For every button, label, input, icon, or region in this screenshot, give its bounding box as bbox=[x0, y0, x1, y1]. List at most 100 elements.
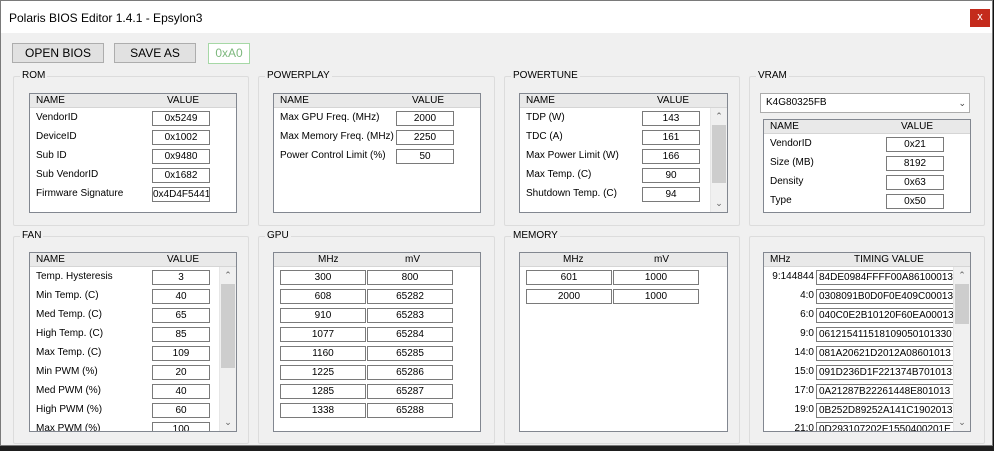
row-label: Density bbox=[770, 176, 804, 187]
mhz-field[interactable]: 2000 bbox=[526, 289, 612, 304]
value-field[interactable]: 20 bbox=[152, 365, 210, 380]
vram-group-title: VRAM bbox=[756, 70, 789, 82]
scroll-thumb[interactable] bbox=[955, 284, 969, 324]
value-field[interactable]: 0x21 bbox=[886, 137, 944, 152]
vram-model-select[interactable]: K4G80325FB ⌄ bbox=[760, 93, 970, 113]
timing-value-field[interactable]: 040C0E2B10120F60EA000133 bbox=[816, 308, 954, 323]
value-field[interactable]: 0x63 bbox=[886, 175, 944, 190]
mv-field[interactable]: 65284 bbox=[367, 327, 453, 342]
table-row: 608 65282 bbox=[274, 287, 480, 306]
scroll-thumb[interactable] bbox=[712, 125, 726, 183]
table-row: 1077 65284 bbox=[274, 325, 480, 344]
mv-field[interactable]: 1000 bbox=[613, 270, 699, 285]
table-row: 14:0 081A20621D2012A08601013 bbox=[764, 344, 970, 363]
vram-model-selected: K4G80325FB bbox=[766, 97, 827, 108]
timing-value-field[interactable]: 0A21287B22261448E801013 bbox=[816, 384, 954, 399]
save-as-button[interactable]: SAVE AS bbox=[114, 43, 196, 63]
value-field[interactable]: 8192 bbox=[886, 156, 944, 171]
value-field[interactable]: 0x5249 bbox=[152, 111, 210, 126]
value-field[interactable]: 0x4D4F5441 bbox=[152, 187, 210, 202]
value-field[interactable]: 166 bbox=[642, 149, 700, 164]
open-bios-button[interactable]: OPEN BIOS bbox=[12, 43, 104, 63]
timing-value-field[interactable]: 081A20621D2012A08601013 bbox=[816, 346, 954, 361]
value-field[interactable]: 100 bbox=[152, 422, 210, 431]
timing-value-field[interactable]: 091D236D1F221374B701013 bbox=[816, 365, 954, 380]
timing-value-field[interactable]: 061215411518109050101330 bbox=[816, 327, 954, 342]
mv-field[interactable]: 800 bbox=[367, 270, 453, 285]
mhz-field[interactable]: 1225 bbox=[280, 365, 366, 380]
mhz-field[interactable]: 608 bbox=[280, 289, 366, 304]
table-row: High Temp. (C) 85 bbox=[30, 325, 236, 344]
scroll-up-icon[interactable]: ⌃ bbox=[220, 267, 236, 283]
mhz-field[interactable]: 910 bbox=[280, 308, 366, 323]
mv-field[interactable]: 65288 bbox=[367, 403, 453, 418]
close-button[interactable]: x bbox=[970, 9, 990, 27]
scroll-up-icon[interactable]: ⌃ bbox=[954, 267, 970, 283]
value-column-header: VALUE bbox=[901, 121, 934, 132]
mhz-field[interactable]: 601 bbox=[526, 270, 612, 285]
fan-grid-header: NAME VALUE bbox=[30, 253, 236, 267]
taskbar-strip bbox=[0, 446, 994, 451]
value-field[interactable]: 3 bbox=[152, 270, 210, 285]
name-column-header: NAME bbox=[526, 95, 555, 106]
mhz-field[interactable]: 1285 bbox=[280, 384, 366, 399]
value-field[interactable]: 2000 bbox=[396, 111, 454, 126]
powertune-group: POWERTUNE NAME VALUE TDP (W) 143 TDC (A) 16… bbox=[504, 70, 740, 226]
scroll-up-icon[interactable]: ⌃ bbox=[711, 108, 727, 124]
value-field[interactable]: 85 bbox=[152, 327, 210, 342]
timing-mhz-label: 6:0 bbox=[800, 309, 814, 320]
value-field[interactable]: 109 bbox=[152, 346, 210, 361]
mhz-field[interactable]: 1077 bbox=[280, 327, 366, 342]
timing-value-field[interactable]: 0D293107202E1550400201E bbox=[816, 422, 954, 431]
title-bar[interactable]: Polaris BIOS Editor 1.4.1 - Epsylon3 x bbox=[1, 1, 992, 33]
value-field[interactable]: 0x9480 bbox=[152, 149, 210, 164]
mv-field[interactable]: 65283 bbox=[367, 308, 453, 323]
value-column-header: VALUE bbox=[657, 95, 690, 106]
row-label: Max Memory Freq. (MHz) bbox=[280, 131, 394, 142]
value-field[interactable]: 94 bbox=[642, 187, 700, 202]
fan-group-title: FAN bbox=[20, 230, 44, 242]
mhz-field[interactable]: 300 bbox=[280, 270, 366, 285]
gpu-group-title: GPU bbox=[265, 230, 291, 242]
timing-value-field[interactable]: 84DE0984FFFF00A861000133 bbox=[816, 270, 954, 285]
scroll-down-icon[interactable]: ⌄ bbox=[711, 195, 727, 211]
value-field[interactable]: 0x1682 bbox=[152, 168, 210, 183]
value-field[interactable]: 0x50 bbox=[886, 194, 944, 209]
value-field[interactable]: 2250 bbox=[396, 130, 454, 145]
timing-value-field[interactable]: 0B252D89252A141C1902013 bbox=[816, 403, 954, 418]
row-label: Sub VendorID bbox=[36, 169, 99, 180]
value-field[interactable]: 60 bbox=[152, 403, 210, 418]
value-field[interactable]: 50 bbox=[396, 149, 454, 164]
row-label: VendorID bbox=[36, 112, 78, 123]
mv-field[interactable]: 1000 bbox=[613, 289, 699, 304]
mv-field[interactable]: 65285 bbox=[367, 346, 453, 361]
mv-field[interactable]: 65286 bbox=[367, 365, 453, 380]
value-field[interactable]: 90 bbox=[642, 168, 700, 183]
row-label: Min Temp. (C) bbox=[36, 290, 99, 301]
fan-scrollbar[interactable]: ⌃ ⌄ bbox=[219, 267, 236, 431]
timing-mhz-label: 21:0 bbox=[794, 423, 814, 432]
timing-value-field[interactable]: 0308091B0D0F0E409C000133 bbox=[816, 289, 954, 304]
row-label: Med Temp. (C) bbox=[36, 309, 102, 320]
row-label: Max PWM (%) bbox=[36, 423, 101, 432]
scroll-down-icon[interactable]: ⌄ bbox=[220, 414, 236, 430]
value-column-header: VALUE bbox=[412, 95, 445, 106]
value-field[interactable]: 0x1002 bbox=[152, 130, 210, 145]
mv-field[interactable]: 65287 bbox=[367, 384, 453, 399]
mv-field[interactable]: 65282 bbox=[367, 289, 453, 304]
value-field[interactable]: 161 bbox=[642, 130, 700, 145]
timings-scrollbar[interactable]: ⌃ ⌄ bbox=[953, 267, 970, 431]
scroll-thumb[interactable] bbox=[221, 284, 235, 368]
value-field[interactable]: 65 bbox=[152, 308, 210, 323]
powertune-scrollbar[interactable]: ⌃ ⌄ bbox=[710, 108, 727, 212]
row-label: VendorID bbox=[770, 138, 812, 149]
value-field[interactable]: 143 bbox=[642, 111, 700, 126]
mhz-field[interactable]: 1160 bbox=[280, 346, 366, 361]
scroll-down-icon[interactable]: ⌄ bbox=[954, 414, 970, 430]
value-field[interactable]: 40 bbox=[152, 384, 210, 399]
timing-mhz-label: 19:0 bbox=[794, 404, 814, 415]
mhz-field[interactable]: 1338 bbox=[280, 403, 366, 418]
mhz-column-header: MHz bbox=[770, 254, 791, 265]
table-row: 6:0 040C0E2B10120F60EA000133 bbox=[764, 306, 970, 325]
value-field[interactable]: 40 bbox=[152, 289, 210, 304]
